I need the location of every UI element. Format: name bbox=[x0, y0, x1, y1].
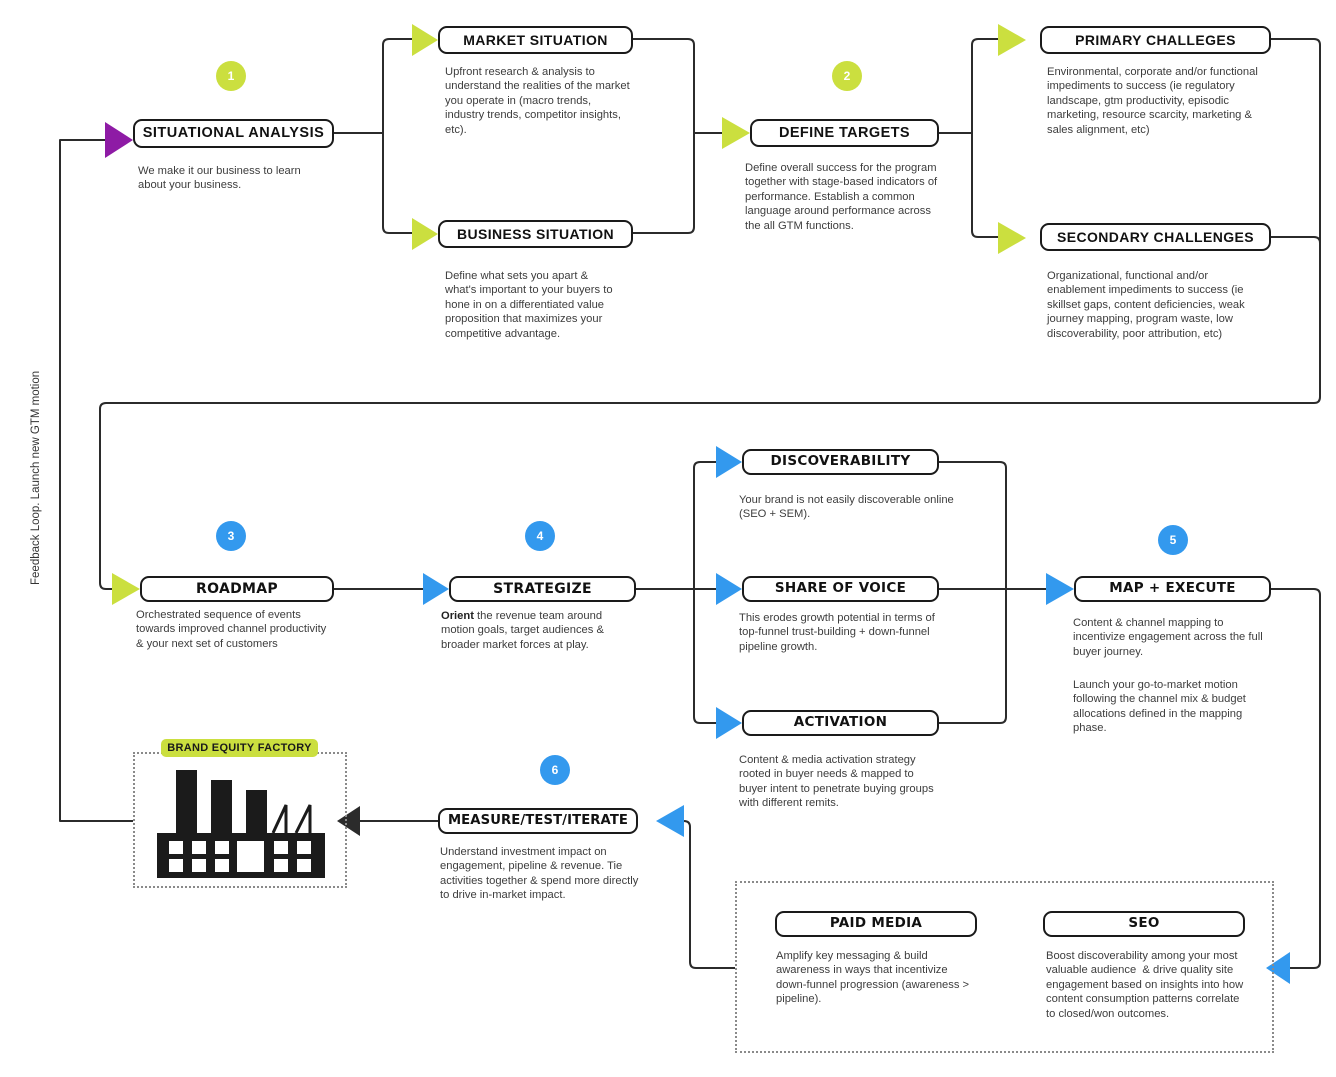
node-secondary-challenges[interactable]: SECONDARY CHALLENGES bbox=[1040, 223, 1271, 251]
node-business-situation-title: BUSINESS SITUATION bbox=[456, 226, 615, 242]
node-seo-title: SEO bbox=[1128, 915, 1160, 932]
wire-discoverability-merge bbox=[939, 461, 1007, 589]
node-secondary-challenges-title: SECONDARY CHALLENGES bbox=[1056, 229, 1255, 245]
arrowhead-into-discoverability bbox=[716, 446, 742, 478]
wire-dt-to-secondary bbox=[971, 133, 998, 238]
node-map-execute[interactable]: MAP + EXECUTE bbox=[1074, 576, 1271, 602]
wire-market-merge bbox=[633, 38, 695, 133]
desc-seo: Boost discoverability among your most va… bbox=[1046, 950, 1247, 1020]
arrowhead-into-business-situation bbox=[412, 218, 438, 250]
feedback-loop-caption: Feedback Loop. Launch new GTM motion bbox=[30, 370, 42, 585]
desc-roadmap: Orchestrated sequence of events towards … bbox=[136, 609, 330, 650]
node-map-execute-title: MAP + EXECUTE bbox=[1109, 580, 1236, 597]
arrowhead-into-roadmap bbox=[112, 573, 140, 605]
desc-secondary-challenges: Organizational, functional and/or enable… bbox=[1047, 270, 1248, 340]
desc-strategize: Orient the revenue team around motion go… bbox=[441, 609, 633, 652]
desc-map-execute-secondary: Launch your go-to-market motion followin… bbox=[1073, 679, 1250, 735]
step-badge-2: 2 bbox=[832, 61, 862, 91]
desc-paid-media: Amplify key messaging & build awareness … bbox=[776, 950, 973, 1006]
arrowhead-into-measure-test-iterate bbox=[656, 805, 684, 837]
step-badge-5: 5 bbox=[1158, 525, 1188, 555]
arrowhead-into-share-of-voice bbox=[716, 573, 742, 605]
node-discoverability-title: DISCOVERABILITY bbox=[770, 453, 911, 470]
node-strategize-title: STRATEGIZE bbox=[493, 581, 592, 597]
desc-discoverability: Your brand is not easily discoverable on… bbox=[739, 494, 957, 521]
arrowhead-into-secondary-challenges bbox=[998, 222, 1026, 254]
desc-share-of-voice: This erodes growth potential in terms of… bbox=[739, 612, 938, 653]
step-badge-3-label: 3 bbox=[227, 529, 235, 543]
desc-activation: Content & media activation strategy root… bbox=[739, 754, 937, 810]
arrowhead-into-activation bbox=[716, 707, 742, 739]
node-paid-media-title: PAID MEDIA bbox=[829, 915, 923, 932]
desc-strategize-lead: Orient bbox=[441, 610, 474, 622]
wire-activation-merge bbox=[939, 589, 1007, 724]
node-paid-media[interactable]: PAID MEDIA bbox=[775, 911, 977, 937]
arrowhead-into-map-execute bbox=[1046, 573, 1074, 605]
step-badge-6-label: 6 bbox=[551, 763, 559, 777]
node-share-of-voice-title: SHARE OF VOICE bbox=[774, 580, 907, 597]
step-badge-4-label: 4 bbox=[536, 529, 544, 543]
node-measure-test-iterate[interactable]: MEASURE/TEST/ITERATE bbox=[438, 808, 638, 834]
desc-measure-test-iterate: Understand investment impact on engageme… bbox=[440, 846, 642, 902]
wire-channels-to-measure bbox=[662, 820, 735, 969]
desc-primary-challenges: Environmental, corporate and/or function… bbox=[1047, 66, 1261, 136]
factory-icon bbox=[155, 768, 327, 878]
node-activation-title: ACTIVATION bbox=[793, 714, 888, 731]
desc-map-execute: Content & channel mapping to incentivize… bbox=[1073, 617, 1266, 658]
node-discoverability[interactable]: DISCOVERABILITY bbox=[742, 449, 939, 475]
node-roadmap-title: ROADMAP bbox=[196, 581, 278, 597]
desc-define-targets: Define overall success for the program t… bbox=[745, 162, 941, 232]
wire-secondary-to-rail bbox=[1271, 236, 1321, 244]
step-badge-3: 3 bbox=[216, 521, 246, 551]
arrowhead-into-define-targets bbox=[722, 117, 750, 149]
arrowhead-into-situational-analysis bbox=[105, 122, 133, 158]
wire-strategize-to-activation bbox=[693, 589, 716, 724]
desc-market-situation: Upfront research & analysis to understan… bbox=[445, 66, 633, 136]
wire-feedback-loop bbox=[59, 139, 133, 822]
step-badge-2-label: 2 bbox=[843, 69, 851, 83]
step-badge-1: 1 bbox=[216, 61, 246, 91]
node-market-situation-title: MARKET SITUATION bbox=[463, 32, 608, 48]
desc-business-situation: Define what sets you apart & what's impo… bbox=[445, 270, 616, 340]
wire-dt-to-primary bbox=[971, 38, 998, 133]
node-strategize[interactable]: STRATEGIZE bbox=[449, 576, 636, 602]
node-situational-analysis[interactable]: SITUATIONAL ANALYSIS bbox=[133, 119, 334, 148]
wire-business-merge bbox=[633, 133, 695, 234]
wire-map-to-channels bbox=[1271, 588, 1321, 969]
arrowhead-into-market-situation bbox=[412, 24, 438, 56]
node-primary-challenges[interactable]: PRIMARY CHALLEGES bbox=[1040, 26, 1271, 54]
wire-strategize-to-discoverability bbox=[693, 461, 716, 589]
node-market-situation[interactable]: MARKET SITUATION bbox=[438, 26, 633, 54]
step-badge-4: 4 bbox=[525, 521, 555, 551]
step-badge-6: 6 bbox=[540, 755, 570, 785]
node-seo[interactable]: SEO bbox=[1043, 911, 1245, 937]
gtm-motion-flow-diagram: .w { fill:none; stroke:#2b2b2b; stroke-w… bbox=[0, 0, 1336, 1077]
node-situational-analysis-title: SITUATIONAL ANALYSIS bbox=[142, 125, 325, 142]
node-roadmap[interactable]: ROADMAP bbox=[140, 576, 334, 602]
arrowhead-into-strategize bbox=[423, 573, 449, 605]
wire-sa-to-business bbox=[382, 133, 412, 234]
node-define-targets[interactable]: DEFINE TARGETS bbox=[750, 119, 939, 147]
wire-sa-to-market bbox=[382, 38, 412, 133]
node-business-situation[interactable]: BUSINESS SITUATION bbox=[438, 220, 633, 248]
step-badge-1-label: 1 bbox=[227, 69, 235, 83]
node-share-of-voice[interactable]: SHARE OF VOICE bbox=[742, 576, 939, 602]
node-primary-challenges-title: PRIMARY CHALLEGES bbox=[1075, 32, 1236, 48]
arrowhead-into-primary-challenges bbox=[998, 24, 1026, 56]
brand-equity-factory-label: BRAND EQUITY FACTORY bbox=[161, 739, 318, 757]
node-define-targets-title: DEFINE TARGETS bbox=[778, 124, 910, 141]
step-badge-5-label: 5 bbox=[1169, 533, 1177, 547]
node-activation[interactable]: ACTIVATION bbox=[742, 710, 939, 736]
node-measure-test-iterate-title: MEASURE/TEST/ITERATE bbox=[447, 813, 629, 829]
desc-situational-analysis: We make it our business to learn about y… bbox=[138, 165, 304, 192]
